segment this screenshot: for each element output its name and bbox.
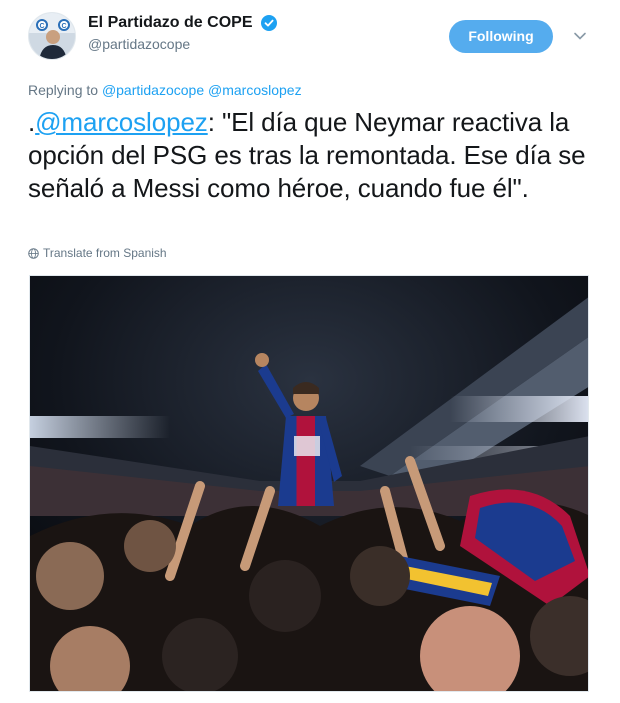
avatar[interactable]: C C — [28, 12, 76, 60]
following-button[interactable]: Following — [449, 20, 553, 53]
translate-link[interactable]: Translate from Spanish — [28, 246, 167, 260]
reply-user-link[interactable]: @marcoslopez — [208, 82, 302, 98]
reply-user-link[interactable]: @partidazocope — [102, 82, 204, 98]
tweet-text: .@marcoslopez: "El día que Neymar reacti… — [28, 106, 594, 205]
reply-prefix: Replying to — [28, 82, 99, 98]
tweet-header: C C El Partidazo de COPE @partidazocope … — [28, 10, 594, 66]
reply-context: Replying to @partidazocope @marcoslopez — [28, 82, 302, 98]
mention-link[interactable]: @marcoslopez — [35, 107, 208, 137]
user-handle[interactable]: @partidazocope — [88, 36, 277, 52]
display-name[interactable]: El Partidazo de COPE — [88, 14, 252, 32]
svg-text:C: C — [39, 23, 44, 30]
verified-badge-icon — [260, 15, 277, 31]
translate-label: Translate from Spanish — [43, 246, 167, 260]
svg-text:C: C — [61, 23, 66, 30]
football-celebration-photo — [30, 276, 588, 691]
name-block: El Partidazo de COPE @partidazocope — [88, 14, 277, 52]
chevron-down-icon[interactable] — [572, 28, 588, 44]
avatar-photo-icon: C C — [29, 13, 75, 59]
tweet-photo[interactable] — [29, 275, 589, 692]
globe-icon — [28, 248, 39, 259]
